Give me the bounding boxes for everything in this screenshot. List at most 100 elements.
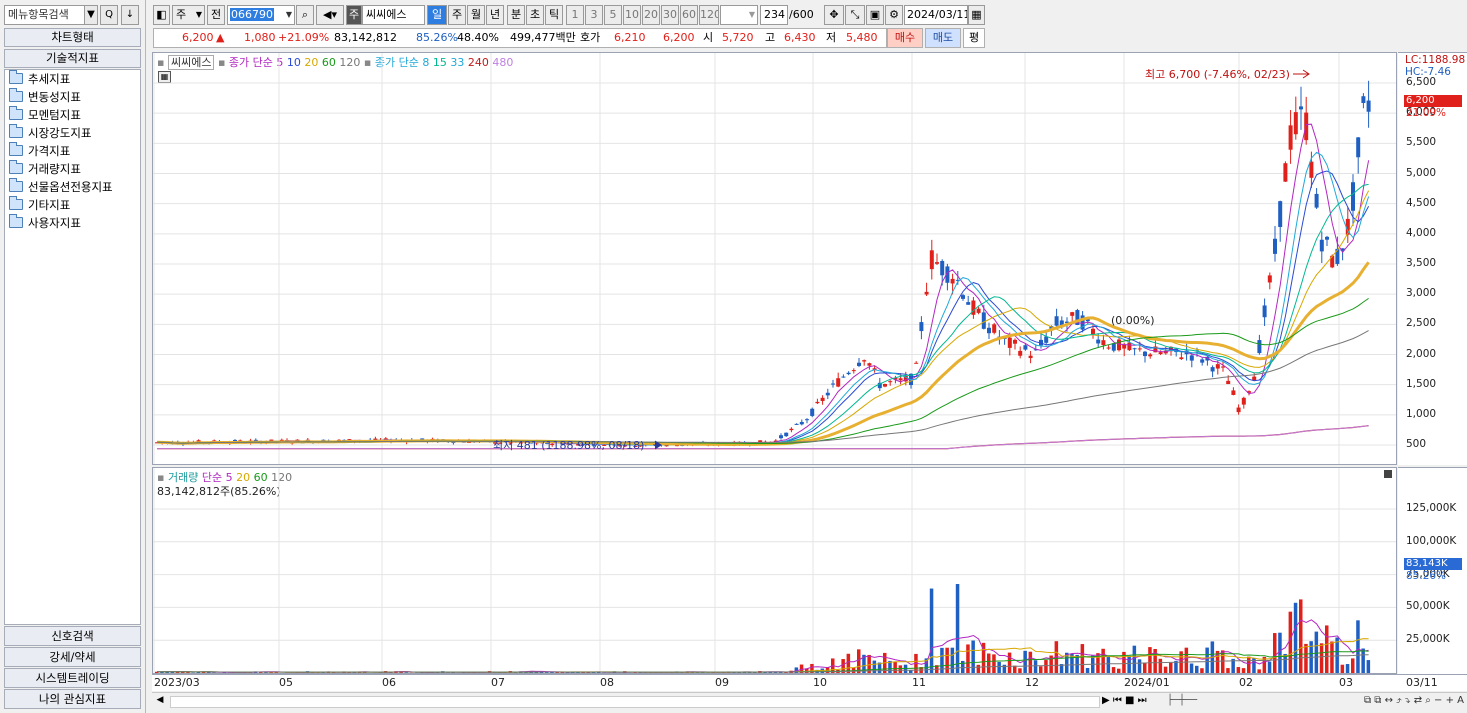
volume-bar [1288, 611, 1293, 673]
candle-body [1127, 342, 1132, 351]
tree-item-momentum[interactable]: 모멘텀지표 [9, 106, 81, 124]
volume-bar [992, 654, 996, 673]
volume-bar [1335, 637, 1339, 673]
my-indicator-button[interactable]: 나의 관심지표 [4, 689, 141, 709]
tree-item-futures[interactable]: 선물옵션전용지표 [9, 178, 113, 196]
candle-body [1226, 380, 1231, 385]
price-change-pct: +21.09% [278, 31, 330, 44]
period-day-button[interactable]: 일 [427, 5, 447, 25]
candle-body [779, 435, 783, 439]
x-tick-label: 07 [491, 676, 505, 689]
menu-search-input[interactable]: 메뉴항목검색 [4, 5, 86, 25]
search-dropdown-icon[interactable]: ▼ [84, 5, 98, 25]
volume-bar [987, 653, 991, 673]
volume-bar [170, 672, 175, 673]
period-year-button[interactable]: 년 [486, 5, 504, 25]
save-icon[interactable]: ▣ [866, 5, 884, 25]
candle-body [1221, 366, 1225, 368]
signal-search-button[interactable]: 신호검색 [4, 626, 141, 646]
system-trading-button[interactable]: 시스템트레이딩 [4, 668, 141, 688]
gear-icon[interactable]: ⚙ [885, 5, 903, 25]
volume-bar [898, 665, 903, 673]
candle-body [919, 322, 924, 332]
tree-item-price[interactable]: 가격지표 [9, 142, 70, 160]
scroll-left-icon[interactable]: ◀ [154, 695, 166, 708]
chart-scrollbar[interactable]: ◀ ▶ ⏮ ■ ⏭ ├─┼── ⧉ ⧉ ↔ ⤴ ⤵ ⇄ ⌕ − + A [152, 692, 1467, 711]
candle-body [836, 378, 841, 387]
current-price: 6,200 [182, 31, 214, 44]
period-type-select[interactable]: 주 ▼ [172, 5, 205, 25]
stock-code-input[interactable]: 066790 ▼ [227, 5, 295, 25]
download-icon[interactable]: ↓ [121, 5, 139, 25]
sound-icon[interactable]: ◀▾ [316, 5, 344, 25]
interval-20-button[interactable]: 20 [642, 5, 660, 25]
interval-30-button[interactable]: 30 [661, 5, 679, 25]
interval-1-button[interactable]: 1 [566, 5, 584, 25]
chart-type-button[interactable]: 차트형태 [4, 28, 141, 47]
layout-icon[interactable]: ◧ [153, 5, 170, 25]
volume-bar [997, 661, 1001, 673]
price-tick-label: 2,500 [1406, 317, 1437, 330]
interval-60-button[interactable]: 60 [680, 5, 698, 25]
eval-button[interactable]: 평 [963, 28, 985, 48]
period-minute-button[interactable]: 분 [507, 5, 525, 25]
folder-icon [9, 178, 23, 192]
candle-body [992, 324, 997, 333]
prev-button[interactable]: 전 [207, 5, 225, 25]
crosshair-icon[interactable]: ✥ [824, 5, 844, 25]
volume-bar [1257, 669, 1261, 673]
volume-bar [1143, 663, 1147, 673]
playback-controls[interactable]: ▶ ⏮ ■ ⏭ [1102, 695, 1162, 709]
interval-10-button[interactable]: 10 [623, 5, 641, 25]
candle-body [1179, 357, 1184, 360]
calendar-icon[interactable]: ▦ [968, 5, 985, 25]
period-tick-button[interactable]: 틱 [545, 5, 563, 25]
interval-3-button[interactable]: 3 [585, 5, 603, 25]
tree-item-volume[interactable]: 거래량지표 [9, 160, 81, 178]
date-input[interactable]: 2024/03/11 [904, 5, 968, 25]
tree-item-volatility[interactable]: 변동성지표 [9, 88, 81, 106]
draw-tool-icon[interactable]: ⤡ [845, 5, 865, 25]
folder-icon [9, 160, 23, 174]
period-second-button[interactable]: 초 [526, 5, 544, 25]
custom-interval-select[interactable]: ▼ [720, 5, 758, 25]
volume-axis: 125,000K 100,000K 75,000K 50,000K 25,000K 83… [1398, 467, 1467, 674]
chart-tools[interactable]: ⧉ ⧉ ↔ ⤴ ⤵ ⇄ ⌕ − + A [1252, 695, 1464, 709]
tech-indicator-tab[interactable]: 기술적지표 [4, 49, 141, 68]
sell-button[interactable]: 매도 [925, 28, 961, 48]
high-label: 고 [765, 31, 776, 44]
buy-button[interactable]: 매수 [887, 28, 923, 48]
x-tick-label: 2024/01 [1124, 676, 1170, 689]
candle-body [1273, 238, 1277, 254]
x-tick-label: 10 [813, 676, 827, 689]
period-week-button[interactable]: 주 [448, 5, 466, 25]
count-input[interactable]: 234 [760, 5, 788, 25]
tree-item-other[interactable]: 기타지표 [9, 196, 70, 214]
zoom-slider[interactable]: ├─┼── [1167, 695, 1247, 709]
tree-item-user[interactable]: 사용자지표 [9, 214, 81, 232]
interval-5-button[interactable]: 5 [604, 5, 622, 25]
bull-bear-button[interactable]: 강세/약세 [4, 647, 141, 667]
candle-body [825, 392, 830, 396]
search-icon[interactable]: ⌕ [296, 5, 314, 25]
candle-body [1143, 351, 1147, 357]
indicator-tree: 추세지표 변동성지표 모멘텀지표 시장강도지표 가격지표 거래량지표 선물옵션전… [4, 69, 141, 625]
tree-item-market-strength[interactable]: 시장강도지표 [9, 124, 91, 142]
price-chart-pane[interactable]: ▪ 씨씨에스 ▪ 종가 단순 5 10 20 60 120 ▪ 종가 단순 8 … [152, 52, 1397, 465]
volume-bar [976, 664, 981, 673]
scroll-track[interactable] [170, 696, 1100, 708]
candle-body [940, 260, 945, 276]
volume-bar [971, 640, 975, 673]
volume-chart-pane[interactable]: ▪ 거래량 단순 5 20 60 120 83,142,812주(85.26%) [152, 467, 1397, 674]
period-month-button[interactable]: 월 [467, 5, 485, 25]
candle-body [1122, 344, 1127, 349]
search-icon[interactable]: Q [100, 5, 118, 25]
high-arrow-icon [1293, 69, 1310, 79]
candle-body [924, 291, 929, 295]
mid-annotation: (0.00%) [1111, 314, 1155, 327]
volume-bar [1314, 631, 1319, 673]
low-price: 5,480 [846, 31, 878, 44]
x-tick-label: 03 [1339, 676, 1353, 689]
interval-120-button[interactable]: 120 [699, 5, 719, 25]
tree-item-trend[interactable]: 추세지표 [9, 70, 70, 88]
